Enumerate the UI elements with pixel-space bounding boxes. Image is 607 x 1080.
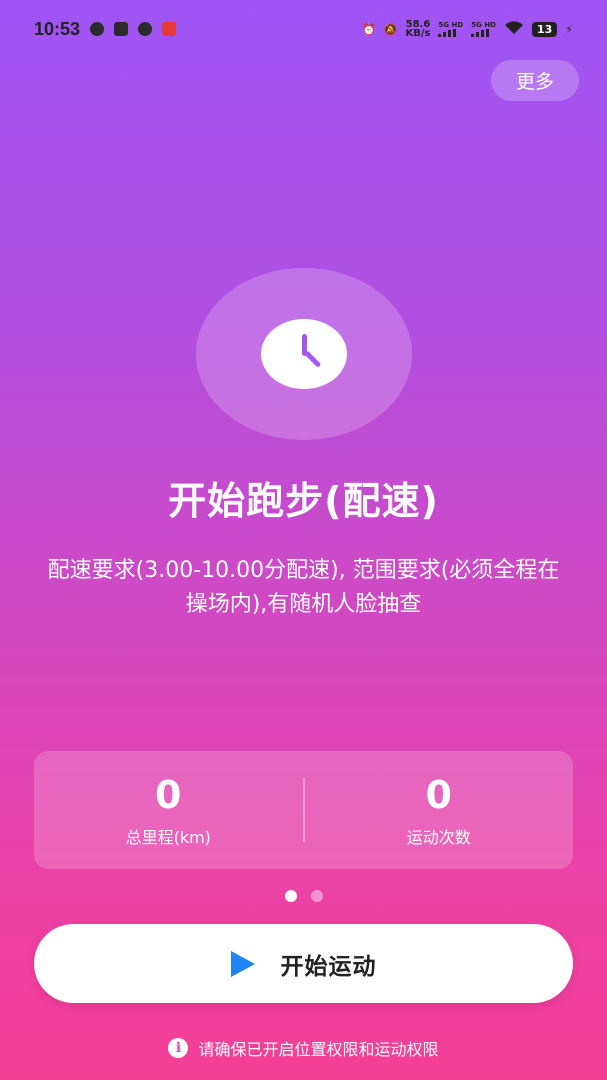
page-indicator — [0, 890, 607, 902]
battery-icon: 13 — [531, 21, 558, 37]
stat-label: 运动次数 — [406, 828, 471, 847]
stat-value: 0 — [155, 773, 182, 817]
more-button[interactable]: 更多 — [491, 60, 579, 101]
wifi-icon — [504, 20, 524, 38]
start-exercise-button[interactable]: 开始运动 — [34, 924, 573, 1003]
app-notification-icon — [90, 22, 105, 36]
stat-exercise-count: 0 运动次数 — [305, 772, 574, 848]
clock-icon — [261, 319, 347, 389]
stat-label: 总里程(km) — [125, 828, 211, 847]
page-title: 开始跑步(配速) — [168, 479, 439, 523]
signal-bars-icon — [471, 29, 496, 37]
page-dot[interactable] — [310, 890, 323, 902]
requirements-description: 配速要求(3.00-10.00分配速), 范围要求(必须全程在操场内),有随机人… — [47, 558, 560, 617]
status-time: 10:53 — [34, 18, 81, 39]
message-icon — [138, 22, 153, 36]
signal-sim2: 5G HD — [471, 21, 496, 37]
mute-icon: 🔕 — [383, 22, 398, 36]
status-bar-left: 10:53 — [34, 18, 177, 40]
alarm-icon: ⏰ — [362, 22, 376, 36]
charging-icon: ⚡ — [565, 22, 573, 36]
stat-total-distance: 0 总里程(km) — [34, 772, 303, 848]
signal-sim1: 5G HD — [438, 21, 463, 37]
permission-notice-text: 请确保已开启位置权限和运动权限 — [198, 1040, 439, 1059]
info-icon: i — [168, 1038, 189, 1058]
signal-bars-icon — [438, 29, 463, 37]
app-notification-icon — [162, 22, 177, 36]
permission-notice: i 请确保已开启位置权限和运动权限 — [0, 1036, 607, 1060]
play-icon — [230, 950, 255, 977]
network-speed: 58.6 KB/s — [405, 19, 431, 39]
page-dot-active[interactable] — [284, 890, 297, 902]
app-notification-icon — [114, 22, 129, 36]
status-bar-right: ⏰ 🔕 58.6 KB/s 5G HD 5G HD 13 ⚡ — [362, 19, 573, 39]
start-exercise-label: 开始运动 — [280, 953, 377, 980]
stat-value: 0 — [425, 773, 452, 817]
clock-icon-container — [196, 268, 412, 440]
clock-minute-hand — [303, 350, 322, 368]
stats-panel[interactable]: 0 总里程(km) 0 运动次数 — [34, 751, 573, 869]
status-bar: 10:53 ⏰ 🔕 58.6 KB/s 5G HD 5G HD 13 ⚡ — [0, 0, 607, 58]
